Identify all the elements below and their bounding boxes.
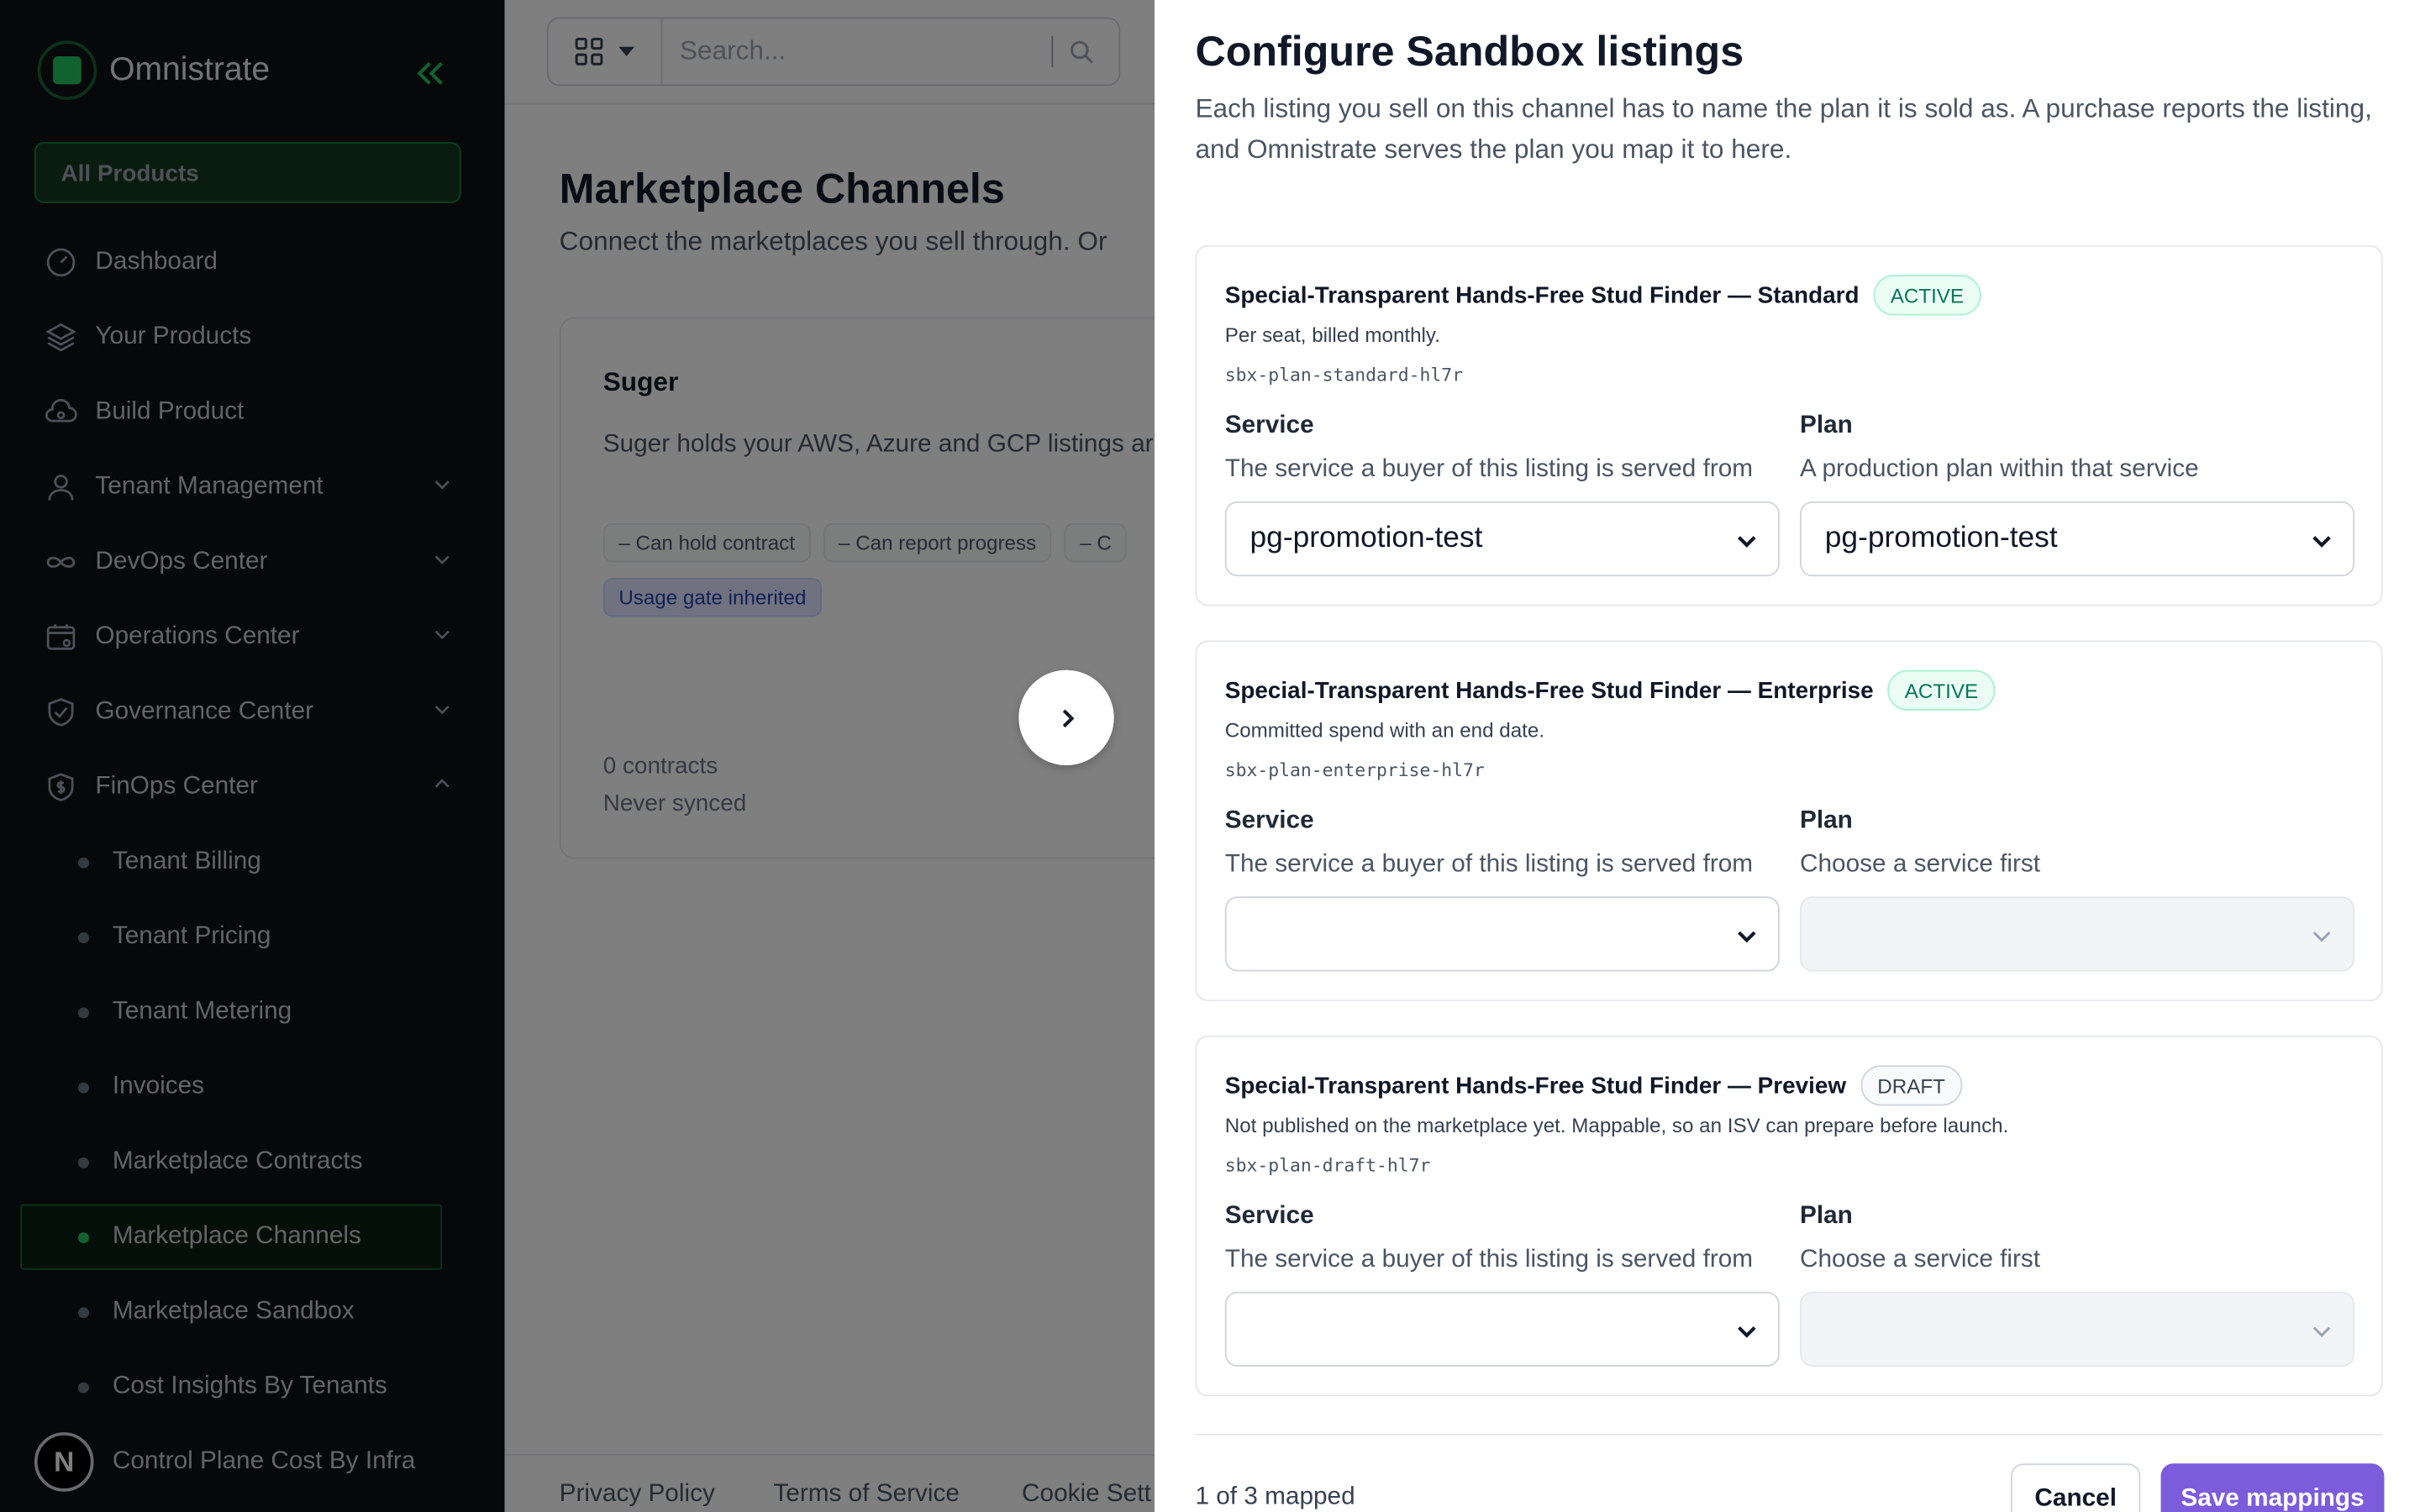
service-label: Service [1224,807,1314,834]
listing-note: Committed spend with an end date. [1224,718,1545,743]
status-badge: ACTIVE [1873,275,1981,316]
plan-label: Plan [1800,1202,1853,1230]
service-help: The service a buyer of this listing is s… [1224,1246,1754,1273]
listing-note: Per seat, billed monthly. [1224,323,1440,347]
listing-code: sbx-plan-draft-hl7r [1224,1154,1431,1177]
plan-select[interactable]: pg-promotion-test [1800,501,2355,577]
listing-code: sbx-plan-enterprise-hl7r [1224,759,1485,781]
listing-name: Special-Transparent Hands-Free Stud Find… [1224,281,1860,309]
service-select[interactable] [1224,1291,1780,1367]
chevron-down-icon [2312,536,2331,548]
drawer-title: Configure Sandbox listings [1195,28,1744,76]
service-help: The service a buyer of this listing is s… [1224,851,1754,878]
listing-card: Special-Transparent Hands-Free Stud Find… [1195,640,2383,1001]
service-help: The service a buyer of this listing is s… [1224,455,1754,483]
status-badge: DRAFT [1860,1065,1963,1106]
mapped-status: 1 of 3 mapped [1195,1483,1355,1511]
save-mappings-button[interactable]: Save mappings [2160,1463,2385,1512]
chevron-down-icon [1738,1326,1756,1338]
cancel-button[interactable]: Cancel [2011,1463,2141,1512]
service-select-value: pg-promotion-test [1249,522,1483,555]
plan-help: Choose a service first [1800,851,2041,878]
service-label: Service [1224,412,1314,439]
drawer-description: Each listing you sell on this channel ha… [1195,93,2372,165]
plan-help: Choose a service first [1800,1246,2041,1273]
status-badge: ACTIVE [1887,669,1996,711]
plan-select [1800,896,2355,972]
divider [1195,1433,2383,1436]
chevron-right-icon [1061,708,1074,727]
chevron-down-icon [1738,931,1756,943]
modal-backdrop[interactable] [0,0,1155,1512]
chevron-down-icon [2312,1326,2331,1337]
service-select[interactable] [1224,896,1780,972]
listing-name: Special-Transparent Hands-Free Stud Find… [1224,677,1874,704]
listing-code: sbx-plan-standard-hl7r [1224,364,1464,386]
plan-label: Plan [1800,807,1853,834]
plan-help: A production plan within that service [1800,455,2199,483]
plan-select [1800,1291,2355,1367]
chevron-down-icon [1738,536,1756,548]
listing-note: Not published on the marketplace yet. Ma… [1224,1113,2009,1137]
listing-card: Special-Transparent Hands-Free Stud Find… [1195,244,2383,606]
listing-card: Special-Transparent Hands-Free Stud Find… [1195,1035,2383,1397]
service-label: Service [1224,1202,1314,1230]
service-select[interactable]: pg-promotion-test [1224,501,1780,577]
plan-label: Plan [1800,412,1853,439]
listing-name: Special-Transparent Hands-Free Stud Find… [1224,1072,1847,1100]
next-button[interactable] [1018,669,1114,766]
plan-select-value: pg-promotion-test [1824,522,2058,555]
configure-listings-drawer: Configure Sandbox listings Each listing … [1155,0,2420,1512]
chevron-down-icon [2312,932,2331,942]
